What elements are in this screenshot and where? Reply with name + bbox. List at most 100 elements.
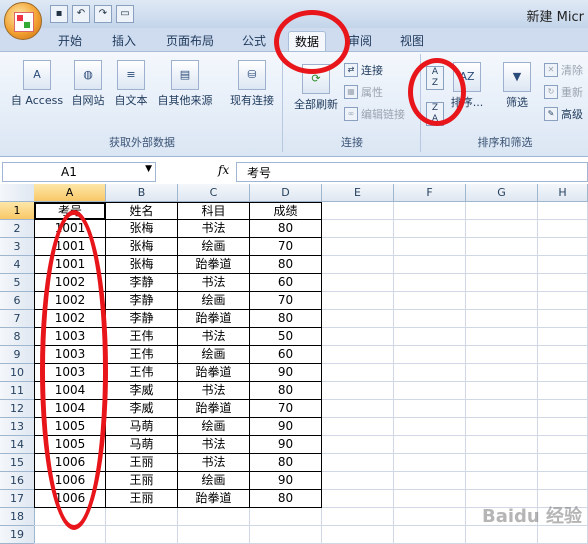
cell-a14[interactable]: 1005 <box>34 436 106 454</box>
cell-d2[interactable]: 80 <box>250 220 322 238</box>
cell-g7[interactable] <box>466 310 538 328</box>
cell-a16[interactable]: 1006 <box>34 472 106 490</box>
cell-b3[interactable]: 张梅 <box>106 238 178 256</box>
cell-e19[interactable] <box>322 526 394 544</box>
cell-e4[interactable] <box>322 256 394 274</box>
cell-f10[interactable] <box>394 364 466 382</box>
cell-g8[interactable] <box>466 328 538 346</box>
sort-button[interactable]: AZ 排序... <box>448 62 486 110</box>
tab-review[interactable]: 审阅 <box>342 31 378 51</box>
cell-f5[interactable] <box>394 274 466 292</box>
cell-h4[interactable] <box>538 256 588 274</box>
cell-h10[interactable] <box>538 364 588 382</box>
cell-b4[interactable]: 张梅 <box>106 256 178 274</box>
cell-f9[interactable] <box>394 346 466 364</box>
cell-d18[interactable] <box>250 508 322 526</box>
cell-c12[interactable]: 跆拳道 <box>178 400 250 418</box>
filter-button[interactable]: ▼ 筛选 <box>498 62 536 110</box>
cell-e1[interactable] <box>322 202 394 220</box>
cell-a2[interactable]: 1001 <box>34 220 106 238</box>
cell-c3[interactable]: 绘画 <box>178 238 250 256</box>
cell-h3[interactable] <box>538 238 588 256</box>
cell-h19[interactable] <box>538 526 588 544</box>
cell-a3[interactable]: 1001 <box>34 238 106 256</box>
cell-b6[interactable]: 李静 <box>106 292 178 310</box>
cell-c15[interactable]: 书法 <box>178 454 250 472</box>
cell-d9[interactable]: 60 <box>250 346 322 364</box>
cell-d12[interactable]: 70 <box>250 400 322 418</box>
cell-d14[interactable]: 90 <box>250 436 322 454</box>
cell-b16[interactable]: 王丽 <box>106 472 178 490</box>
row-header-12[interactable]: 12 <box>0 400 35 418</box>
cell-h2[interactable] <box>538 220 588 238</box>
cell-g3[interactable] <box>466 238 538 256</box>
advanced-filter-button[interactable]: ✎ 高级 <box>544 106 583 122</box>
cell-f12[interactable] <box>394 400 466 418</box>
sort-descending-button[interactable]: ZA <box>426 102 444 126</box>
tab-insert[interactable]: 插入 <box>106 31 142 51</box>
cell-e14[interactable] <box>322 436 394 454</box>
cell-f6[interactable] <box>394 292 466 310</box>
tab-formulas[interactable]: 公式 <box>236 31 272 51</box>
row-header-14[interactable]: 14 <box>0 436 35 454</box>
cell-a18[interactable] <box>34 508 106 526</box>
from-other-sources-button[interactable]: ▤ 自其他来源 <box>152 60 218 108</box>
cell-d7[interactable]: 80 <box>250 310 322 328</box>
cell-a19[interactable] <box>34 526 106 544</box>
cell-b12[interactable]: 李威 <box>106 400 178 418</box>
row-header-16[interactable]: 16 <box>0 472 35 490</box>
cell-a5[interactable]: 1002 <box>34 274 106 292</box>
column-header-d[interactable]: D <box>250 184 322 202</box>
cell-c9[interactable]: 绘画 <box>178 346 250 364</box>
cell-a13[interactable]: 1005 <box>34 418 106 436</box>
row-header-3[interactable]: 3 <box>0 238 35 256</box>
cell-e11[interactable] <box>322 382 394 400</box>
name-box[interactable]: A1 ▼ <box>2 162 156 182</box>
cell-h1[interactable] <box>538 202 588 220</box>
office-button[interactable] <box>4 2 42 40</box>
cell-g9[interactable] <box>466 346 538 364</box>
cell-d15[interactable]: 80 <box>250 454 322 472</box>
save-icon[interactable]: ▪ <box>50 5 68 23</box>
cell-f16[interactable] <box>394 472 466 490</box>
cell-h8[interactable] <box>538 328 588 346</box>
row-header-11[interactable]: 11 <box>0 382 35 400</box>
cell-e3[interactable] <box>322 238 394 256</box>
undo-icon[interactable]: ↶ <box>72 5 90 23</box>
cell-b5[interactable]: 李静 <box>106 274 178 292</box>
cell-a8[interactable]: 1003 <box>34 328 106 346</box>
cell-a6[interactable]: 1002 <box>34 292 106 310</box>
cell-d4[interactable]: 80 <box>250 256 322 274</box>
row-header-9[interactable]: 9 <box>0 346 35 364</box>
cell-b17[interactable]: 王丽 <box>106 490 178 508</box>
cell-d11[interactable]: 80 <box>250 382 322 400</box>
cell-h5[interactable] <box>538 274 588 292</box>
cell-d8[interactable]: 50 <box>250 328 322 346</box>
insert-function-icon[interactable]: fx <box>218 163 229 177</box>
cell-c11[interactable]: 书法 <box>178 382 250 400</box>
tab-page-layout[interactable]: 页面布局 <box>160 31 220 51</box>
cell-b9[interactable]: 王伟 <box>106 346 178 364</box>
cell-b19[interactable] <box>106 526 178 544</box>
cell-g14[interactable] <box>466 436 538 454</box>
column-header-c[interactable]: C <box>178 184 250 202</box>
cell-b1[interactable]: 姓名 <box>106 202 178 220</box>
cell-c10[interactable]: 跆拳道 <box>178 364 250 382</box>
cell-f8[interactable] <box>394 328 466 346</box>
cell-d3[interactable]: 70 <box>250 238 322 256</box>
cell-a15[interactable]: 1006 <box>34 454 106 472</box>
cell-c7[interactable]: 跆拳道 <box>178 310 250 328</box>
cell-f14[interactable] <box>394 436 466 454</box>
cell-e6[interactable] <box>322 292 394 310</box>
cell-e5[interactable] <box>322 274 394 292</box>
cell-e13[interactable] <box>322 418 394 436</box>
cell-c4[interactable]: 跆拳道 <box>178 256 250 274</box>
redo-icon[interactable]: ↷ <box>94 5 112 23</box>
cell-c13[interactable]: 绘画 <box>178 418 250 436</box>
cell-e10[interactable] <box>322 364 394 382</box>
column-header-f[interactable]: F <box>394 184 466 202</box>
cell-d17[interactable]: 80 <box>250 490 322 508</box>
row-header-7[interactable]: 7 <box>0 310 35 328</box>
cell-h9[interactable] <box>538 346 588 364</box>
cell-c6[interactable]: 绘画 <box>178 292 250 310</box>
